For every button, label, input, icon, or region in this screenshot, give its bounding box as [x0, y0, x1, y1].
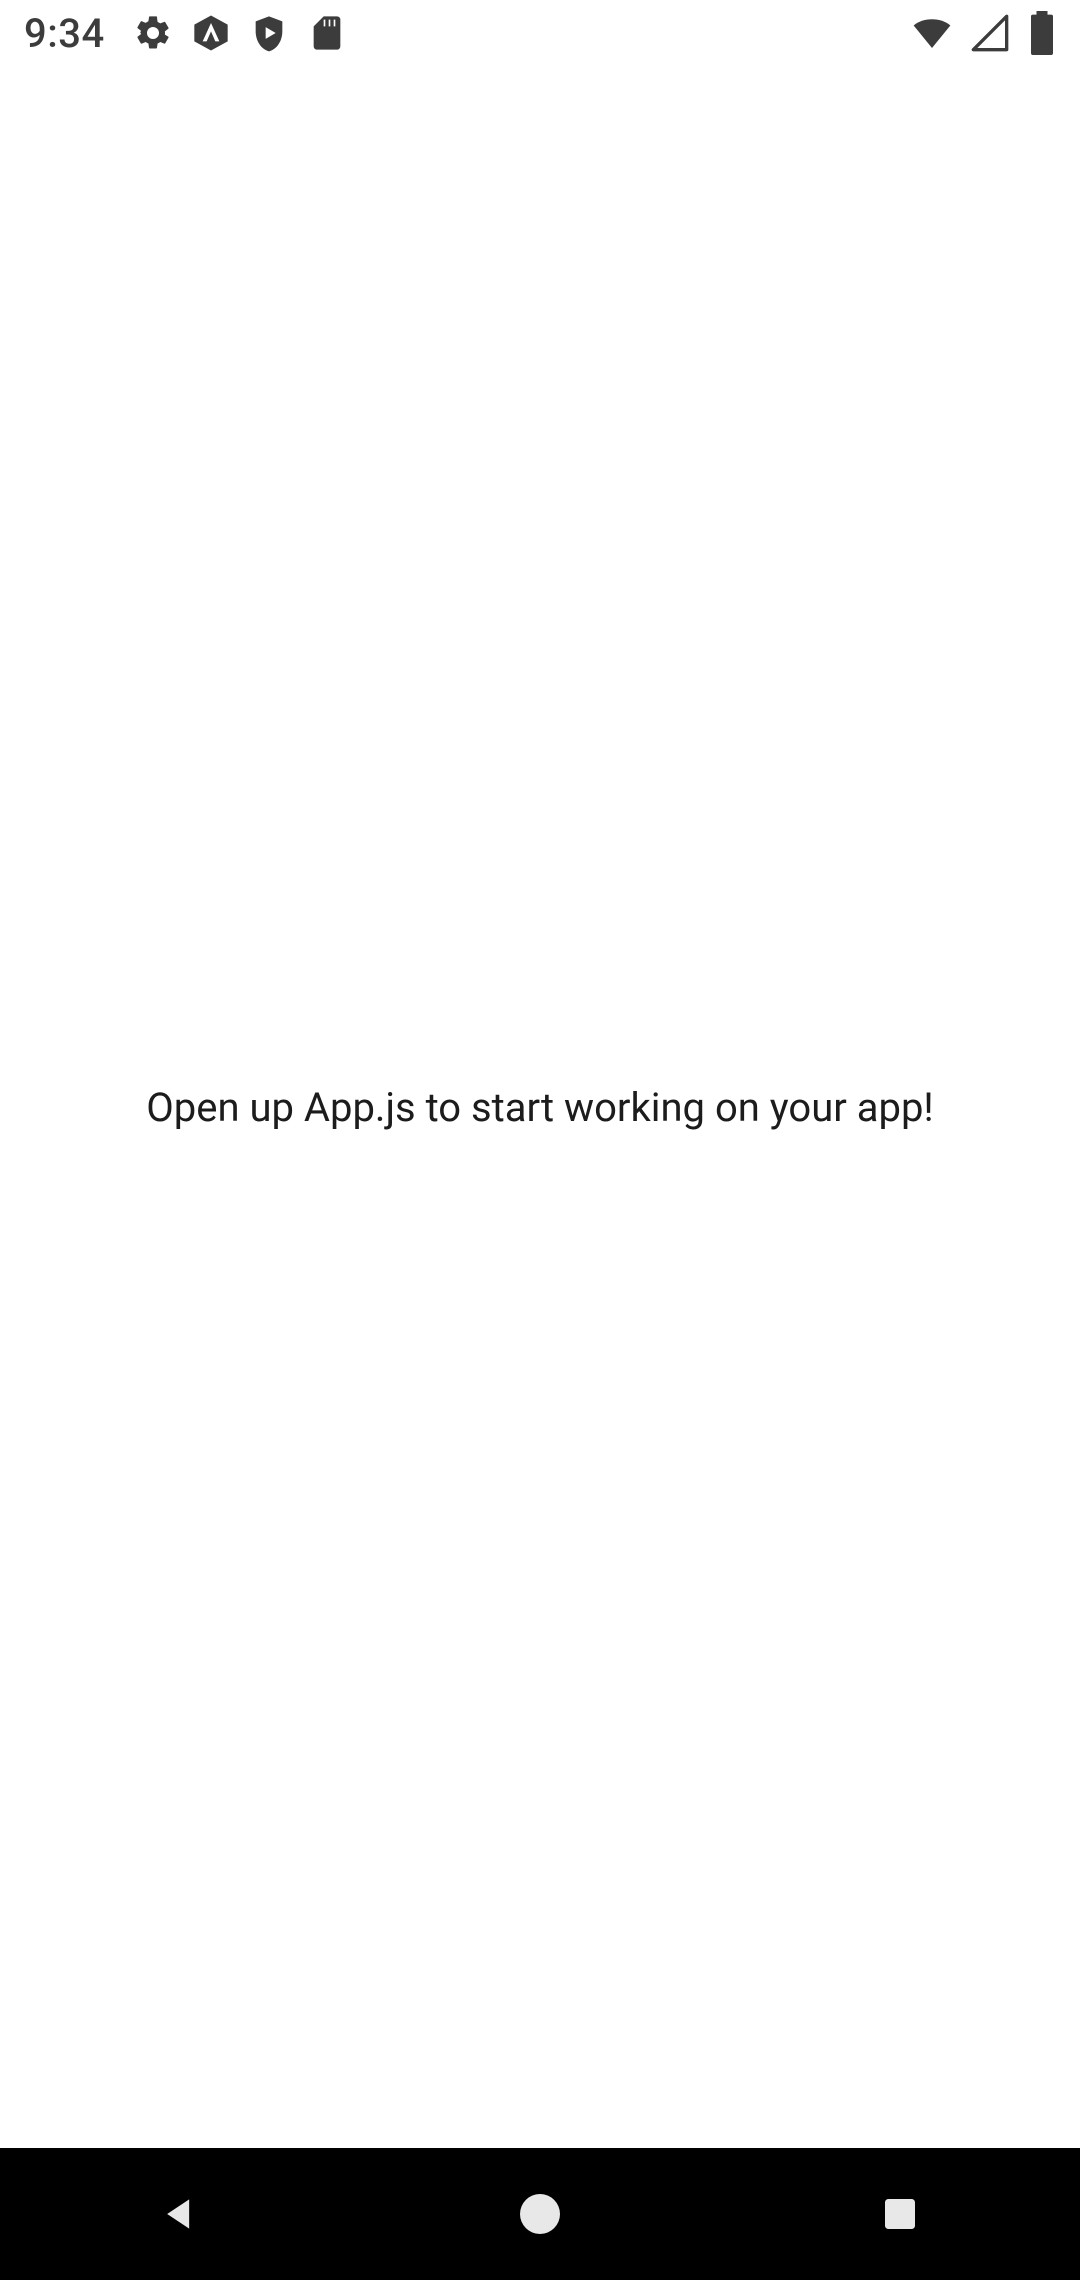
sd-card-icon: [307, 13, 347, 53]
app-content: Open up App.js to start working on your …: [0, 66, 1080, 2148]
status-clock: 9:34: [24, 10, 105, 57]
cellular-signal-icon: [970, 13, 1010, 53]
navigation-bar: [0, 2148, 1080, 2280]
nav-recent-button[interactable]: [800, 2148, 1000, 2280]
status-bar-right: [912, 11, 1056, 55]
expo-icon: [191, 13, 231, 53]
device-frame: 9:34: [0, 0, 1080, 2280]
gear-icon: [133, 13, 173, 53]
status-bar: 9:34: [0, 0, 1080, 66]
status-bar-left: 9:34: [24, 10, 347, 57]
nav-home-button[interactable]: [440, 2148, 640, 2280]
wifi-icon: [912, 13, 952, 53]
play-protect-icon: [249, 13, 289, 53]
nav-back-button[interactable]: [80, 2148, 280, 2280]
battery-icon: [1028, 11, 1056, 55]
starter-message-text: Open up App.js to start working on your …: [122, 1084, 957, 1131]
